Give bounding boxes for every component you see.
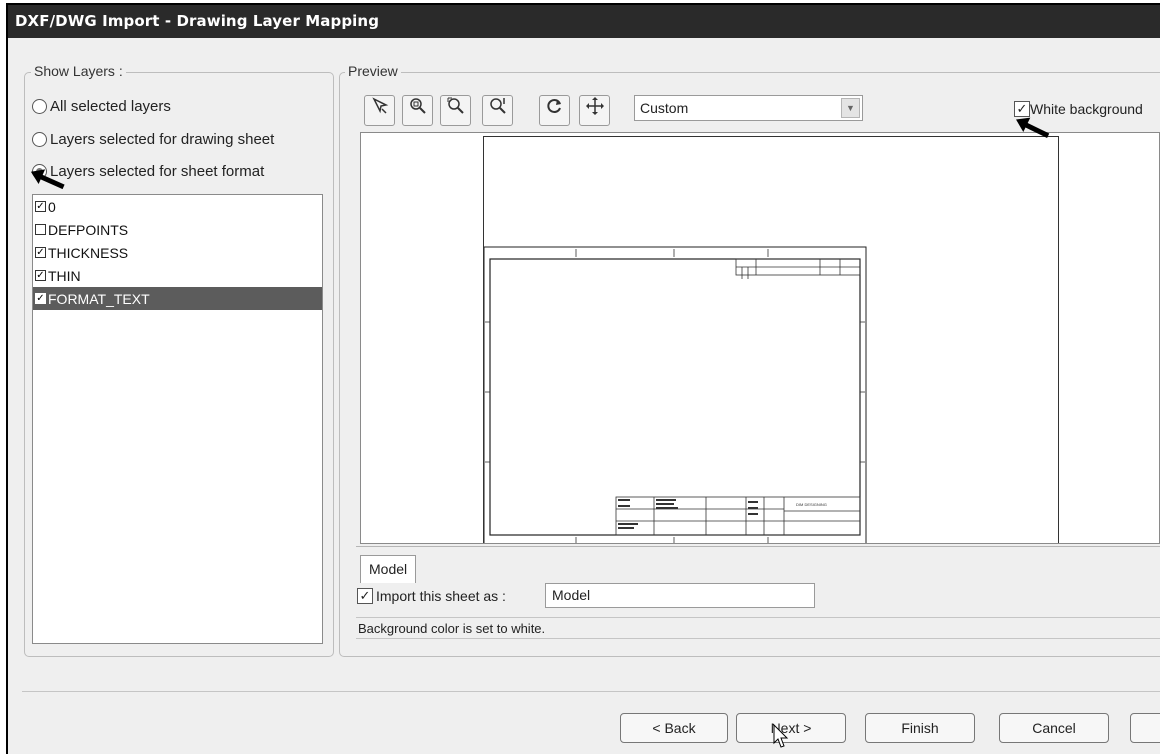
zoom-fit-icon[interactable] xyxy=(402,95,433,126)
white-background-label: White background xyxy=(1030,101,1143,117)
layer-list[interactable]: ✓ 0 DEFPOINTS ✓ THICKNESS ✓ THIN ✓ FORMAT_TE… xyxy=(32,194,323,644)
radio-label: All selected layers xyxy=(50,97,171,115)
layer-name: 0 xyxy=(48,198,56,215)
radio-indicator xyxy=(32,98,47,114)
back-button[interactable]: < Back xyxy=(620,713,728,743)
preview-sheet: DIM DESIGNING xyxy=(483,136,1059,543)
divider xyxy=(22,691,1160,692)
sheet-name-field[interactable]: Model xyxy=(545,583,815,608)
preview-canvas[interactable]: DIM DESIGNING xyxy=(360,132,1160,544)
radio-label: Layers selected for drawing sheet xyxy=(50,130,275,148)
help-button[interactable] xyxy=(1130,713,1160,743)
zoom-window-icon[interactable] xyxy=(440,95,471,126)
layer-checkbox[interactable]: ✓ xyxy=(35,201,46,212)
chevron-down-icon[interactable]: ▼ xyxy=(841,98,860,118)
layer-name: DEFPOINTS xyxy=(48,221,129,238)
layer-item-thickness[interactable]: ✓ THICKNESS xyxy=(33,241,322,264)
zoom-select[interactable]: Custom ▼ xyxy=(634,95,863,121)
show-layers-label: Show Layers : xyxy=(31,63,126,79)
radio-layers-drawing-sheet[interactable]: Layers selected for drawing sheet xyxy=(32,129,274,149)
layer-checkbox[interactable] xyxy=(35,224,46,235)
window-title: DXF/DWG Import - Drawing Layer Mapping xyxy=(8,5,1160,38)
layer-checkbox[interactable]: ✓ xyxy=(35,270,46,281)
tab-model[interactable]: Model xyxy=(360,555,417,583)
pan-icon[interactable] xyxy=(579,95,610,126)
title-block-text: DIM DESIGNING xyxy=(796,502,827,507)
status-text: Background color is set to white. xyxy=(356,617,1160,639)
sheet-tabs: Model xyxy=(356,546,1160,583)
next-button[interactable]: Next > xyxy=(736,713,846,743)
layer-checkbox[interactable]: ✓ xyxy=(35,293,46,304)
dialog-window: DXF/DWG Import - Drawing Layer Mapping S… xyxy=(6,3,1160,754)
radio-layers-sheet-format[interactable]: Layers selected for sheet format xyxy=(32,161,264,181)
white-background-checkbox-row[interactable]: ✓ White background xyxy=(1014,101,1143,117)
layer-name: THIN xyxy=(48,267,81,284)
layer-item-thin[interactable]: ✓ THIN xyxy=(33,264,322,287)
radio-all-selected-layers[interactable]: All selected layers xyxy=(32,96,171,116)
mouse-cursor-icon xyxy=(773,724,789,748)
layer-item-defpoints[interactable]: DEFPOINTS xyxy=(33,218,322,241)
zoom-select-value: Custom xyxy=(640,100,689,116)
cancel-button[interactable]: Cancel xyxy=(999,713,1109,743)
import-sheet-label: Import this sheet as : xyxy=(376,588,506,604)
drawing-preview: DIM DESIGNING xyxy=(483,246,867,543)
layer-item-format-text[interactable]: ✓ FORMAT_TEXT xyxy=(33,287,322,310)
import-sheet-row[interactable]: ✓ Import this sheet as : xyxy=(357,588,506,604)
select-icon[interactable] xyxy=(364,95,395,126)
import-sheet-checkbox[interactable]: ✓ xyxy=(357,588,373,604)
radio-label: Layers selected for sheet format xyxy=(50,162,265,180)
layer-checkbox[interactable]: ✓ xyxy=(35,247,46,258)
preview-label: Preview xyxy=(345,63,401,79)
zoom-in-out-icon[interactable] xyxy=(482,95,513,126)
layer-item-0[interactable]: ✓ 0 xyxy=(33,195,322,218)
finish-button[interactable]: Finish xyxy=(865,713,975,743)
layer-name: FORMAT_TEXT xyxy=(48,290,150,307)
radio-indicator xyxy=(32,131,47,147)
layer-name: THICKNESS xyxy=(48,244,129,261)
rotate-icon[interactable] xyxy=(539,95,570,126)
